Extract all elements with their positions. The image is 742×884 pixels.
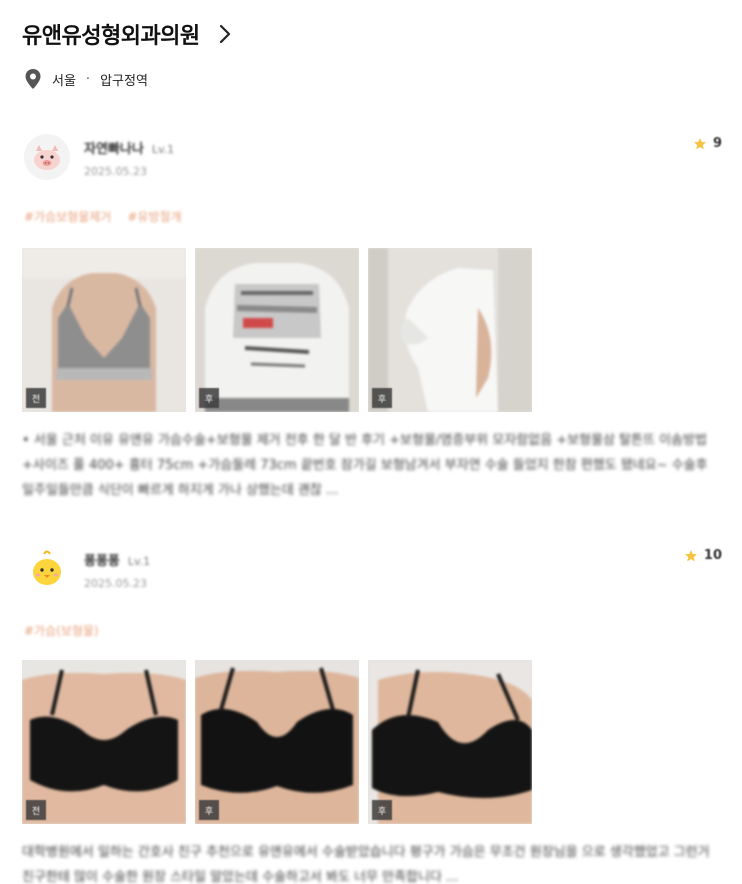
location-station: 압구정역 <box>100 73 148 89</box>
review-photo[interactable]: 전 <box>22 248 186 412</box>
review-tag[interactable]: #유방절개 <box>127 208 181 225</box>
star-icon <box>684 549 698 563</box>
author-name: 퐁퐁퐁 <box>84 554 120 569</box>
location-separator: · <box>85 71 91 87</box>
review-photo[interactable]: 후 <box>195 660 359 824</box>
author-line: 퐁퐁퐁 Lv.1 <box>84 550 150 569</box>
location-city: 서울 <box>52 73 76 89</box>
chick-face-icon[interactable] <box>24 546 70 592</box>
clinic-name: 유앤유성형외과의원 <box>22 24 200 49</box>
review-body[interactable]: • 서울 근처 이유 유앤유 가슴수술+보형물 제거 전후 한 달 반 후기 +… <box>22 428 722 503</box>
photo-label: 전 <box>26 388 46 408</box>
photo-label: 후 <box>199 800 219 820</box>
review-photo[interactable]: 전 <box>22 660 186 824</box>
photo-label: 후 <box>372 800 392 820</box>
review-photo[interactable]: 후 <box>368 660 532 824</box>
review-tag[interactable]: #가슴(보형물) <box>24 622 99 639</box>
review-photos: 전 후 후 <box>22 660 532 824</box>
review-tags: #가슴(보형물) <box>24 622 99 639</box>
review-date: 2025.05.23 <box>84 577 147 590</box>
clinic-location: 서울 · 압구정역 <box>24 68 148 90</box>
photo-label: 후 <box>372 388 392 408</box>
review-photos: 전 후 후 <box>22 248 532 412</box>
review-photo[interactable]: 후 <box>195 248 359 412</box>
clinic-header-link[interactable]: 유앤유성형외과의원 <box>22 18 234 50</box>
photo-label: 후 <box>199 388 219 408</box>
review-photo[interactable]: 후 <box>368 248 532 412</box>
review-tag[interactable]: #가슴보형물제거 <box>24 208 111 225</box>
review-tags: #가슴보형물제거 #유방절개 <box>24 208 182 225</box>
chevron-right-icon[interactable] <box>216 22 234 46</box>
location-pin-icon <box>24 68 42 90</box>
review-body[interactable]: 대학병원에서 일하는 간호사 친구 추천으로 유앤유에서 수술받았습니다 평구가… <box>22 840 722 884</box>
author-name: 자연빠나나 <box>84 142 144 157</box>
review-page: 유앤유성형외과의원 서울 · 압구정역 자연빠나나 Lv.1 2025.05.2… <box>0 0 742 884</box>
author-line: 자연빠나나 Lv.1 <box>84 138 174 157</box>
author-level: Lv.1 <box>151 143 175 156</box>
rating-score: 10 <box>703 548 722 563</box>
author-level: Lv.1 <box>127 555 151 568</box>
pig-face-icon[interactable] <box>24 134 70 180</box>
review-date: 2025.05.23 <box>84 165 147 178</box>
rating-score: 9 <box>712 136 722 151</box>
rating: 9 <box>693 136 722 151</box>
rating: 10 <box>684 548 722 563</box>
star-icon <box>693 137 707 151</box>
photo-label: 전 <box>26 800 46 820</box>
